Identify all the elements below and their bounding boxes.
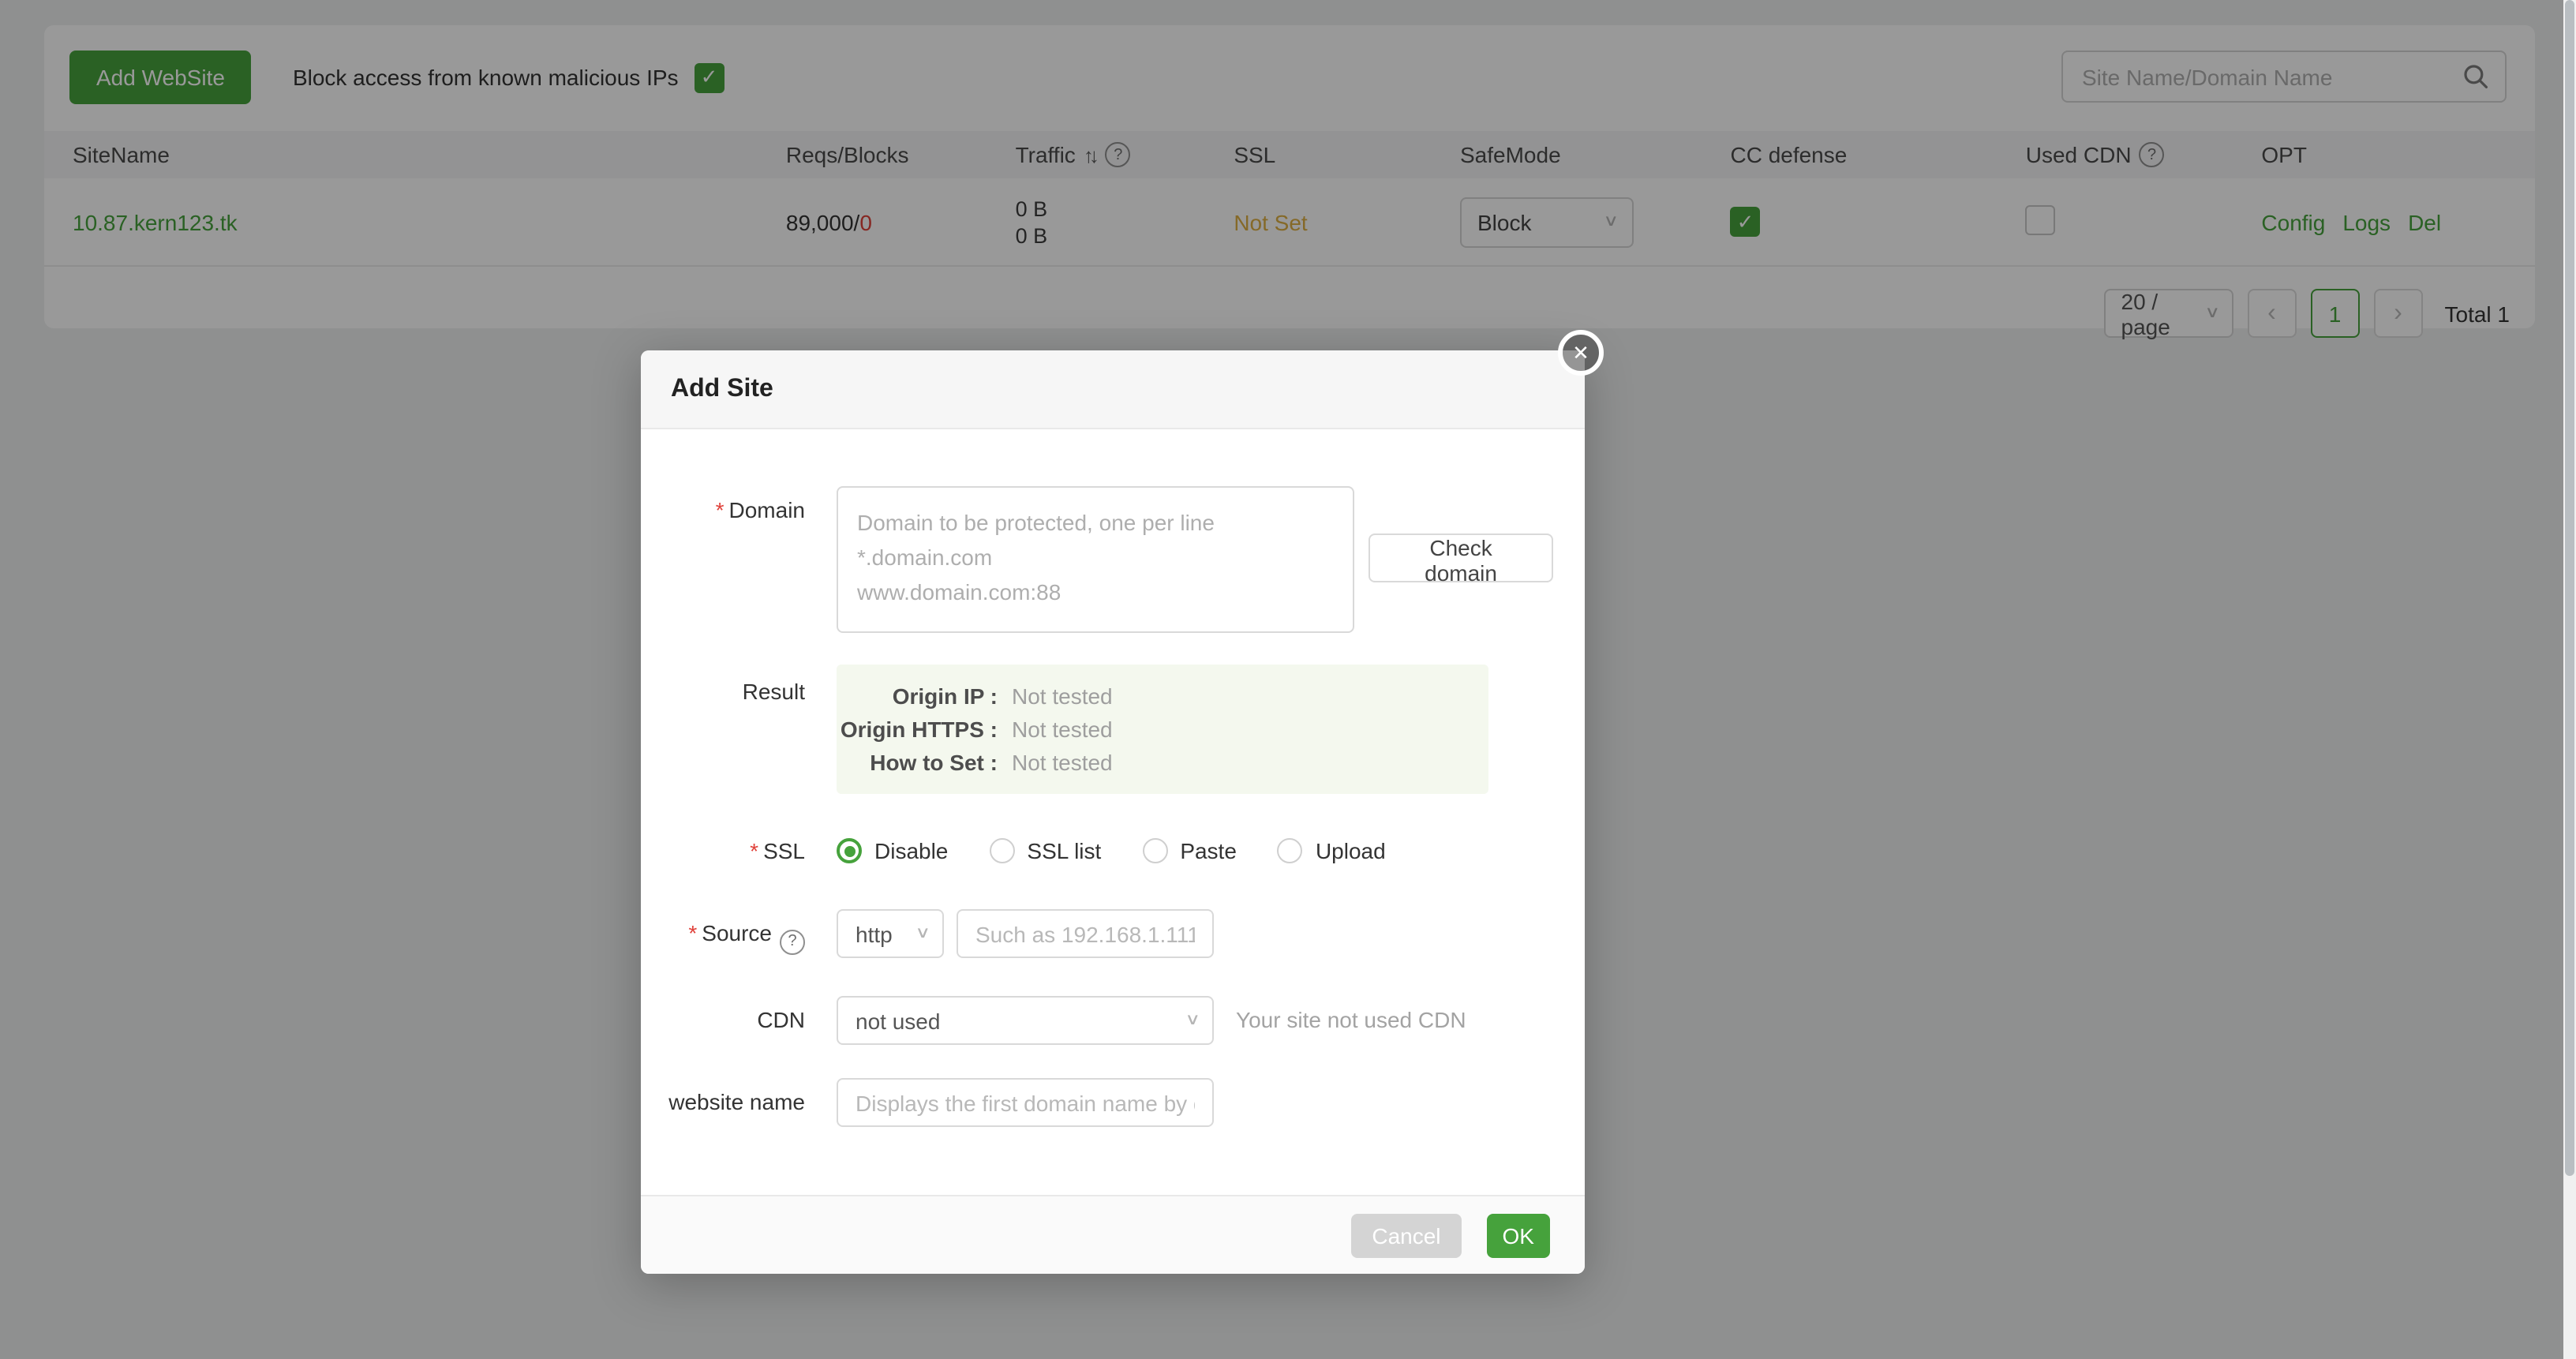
website-name-label: website name <box>641 1078 805 1127</box>
scrollbar-thumb[interactable] <box>2565 0 2574 1176</box>
modal-footer: Cancel OK <box>641 1195 1585 1274</box>
cdn-label: CDN <box>641 996 805 1045</box>
source-label: *Source? <box>641 909 805 958</box>
modal-title: Add Site <box>671 375 773 403</box>
ssl-radio-ssl-list[interactable]: SSL list <box>989 838 1101 863</box>
radio-selected-icon <box>837 838 862 863</box>
cdn-row: CDN not used ∨ Your site not used CDN <box>641 996 1553 1045</box>
ssl-radio-upload[interactable]: Upload <box>1278 838 1386 863</box>
ssl-radio-disable[interactable]: Disable <box>837 838 948 863</box>
ssl-radio-paste[interactable]: Paste <box>1142 838 1237 863</box>
cancel-button[interactable]: Cancel <box>1351 1213 1461 1257</box>
source-address-input[interactable] <box>957 909 1214 958</box>
radio-icon <box>989 838 1014 863</box>
source-protocol-select[interactable]: http ∨ <box>837 909 944 958</box>
close-icon[interactable]: ✕ <box>1558 330 1604 376</box>
domain-row: *Domain Domain to be protected, one per … <box>641 486 1553 633</box>
domain-textarea[interactable]: Domain to be protected, one per line *.d… <box>837 486 1354 633</box>
radio-icon <box>1278 838 1303 863</box>
cdn-select[interactable]: not used ∨ <box>837 996 1214 1045</box>
result-label: Result <box>641 665 805 794</box>
app-viewport: Add WebSite Block access from known mali… <box>0 0 2576 1359</box>
chevron-down-icon: ∨ <box>1185 1012 1200 1029</box>
website-name-row: website name <box>641 1078 1553 1127</box>
domain-label: *Domain <box>641 486 805 633</box>
required-asterisk: * <box>750 838 758 863</box>
website-name-input[interactable] <box>837 1078 1214 1127</box>
add-site-modal: ✕ Add Site *Domain Domain to be protecte… <box>641 350 1585 1274</box>
result-row: Result Origin IP :Not tested Origin HTTP… <box>641 665 1553 794</box>
required-asterisk: * <box>688 920 697 945</box>
chevron-down-icon: ∨ <box>915 925 930 942</box>
modal-body: *Domain Domain to be protected, one per … <box>641 429 1585 1209</box>
source-help-icon[interactable]: ? <box>780 929 805 954</box>
check-domain-button[interactable]: Check domain <box>1368 533 1553 582</box>
modal-header: Add Site <box>641 350 1585 429</box>
required-asterisk: * <box>716 497 724 522</box>
radio-icon <box>1142 838 1167 863</box>
cdn-hint: Your site not used CDN <box>1236 996 1466 1032</box>
page-scrollbar[interactable] <box>2563 0 2576 1359</box>
result-box: Origin IP :Not tested Origin HTTPS :Not … <box>837 665 1488 794</box>
ok-button[interactable]: OK <box>1487 1213 1550 1257</box>
source-row: *Source? http ∨ <box>641 909 1553 958</box>
ssl-row: *SSL Disable SSL list Paste Upload <box>641 837 1553 863</box>
ssl-label: *SSL <box>641 837 805 863</box>
